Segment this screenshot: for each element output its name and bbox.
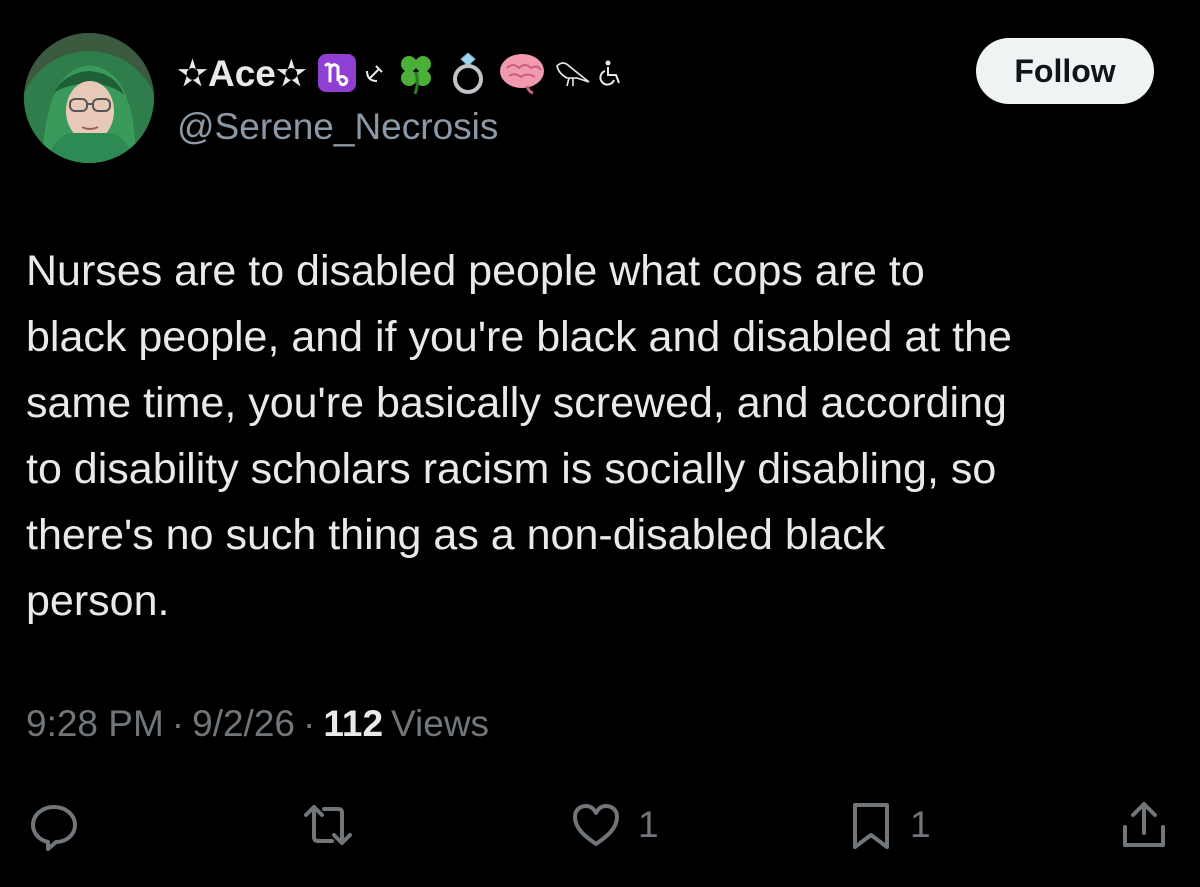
bookmark-icon bbox=[846, 797, 896, 853]
views-label: Views bbox=[391, 703, 490, 744]
reply-icon bbox=[26, 797, 82, 853]
bird-icon bbox=[553, 56, 593, 90]
repost-icon bbox=[298, 797, 358, 853]
tweet: ✫Ace✫ @Serene_Necrosis Follow Nurses are… bbox=[0, 0, 1200, 887]
tweet-time[interactable]: 9:28 PM bbox=[26, 703, 164, 745]
repost-button[interactable] bbox=[298, 790, 358, 860]
tweet-actions: 1 1 bbox=[0, 790, 1200, 860]
bookmark-button[interactable]: 1 bbox=[846, 790, 931, 860]
meta-separator-2: · bbox=[303, 703, 316, 744]
likes-count: 1 bbox=[638, 804, 659, 845]
brain-icon bbox=[497, 50, 547, 96]
display-name[interactable]: ✫Ace✫ bbox=[177, 52, 307, 95]
bookmarks-count: 1 bbox=[910, 804, 931, 845]
tweet-date[interactable]: 9/2/26 bbox=[192, 703, 295, 745]
capricorn-icon bbox=[317, 53, 357, 93]
ring-icon bbox=[445, 50, 491, 96]
tweet-text: Nurses are to disabled people what cops … bbox=[26, 247, 1012, 625]
wheelchair-icon bbox=[599, 59, 623, 87]
like-button[interactable]: 1 bbox=[568, 790, 659, 860]
tweet-meta: 9:28 PM · 9/2/26 · 112 Views bbox=[26, 703, 489, 745]
share-icon bbox=[1116, 797, 1172, 853]
share-button[interactable] bbox=[1116, 790, 1172, 860]
heart-icon bbox=[568, 797, 624, 853]
four-leaf-clover-icon bbox=[393, 50, 439, 96]
avatar[interactable] bbox=[24, 33, 154, 163]
user-handle[interactable]: @Serene_Necrosis bbox=[177, 106, 498, 148]
meta-separator: · bbox=[171, 703, 185, 744]
reply-button[interactable] bbox=[26, 790, 82, 860]
views-count: 112 bbox=[323, 703, 384, 744]
hammer-sickle-icon bbox=[363, 61, 387, 85]
author-name-row: ✫Ace✫ bbox=[177, 48, 623, 98]
name-emojis bbox=[317, 50, 623, 96]
follow-button[interactable]: Follow bbox=[976, 38, 1154, 104]
